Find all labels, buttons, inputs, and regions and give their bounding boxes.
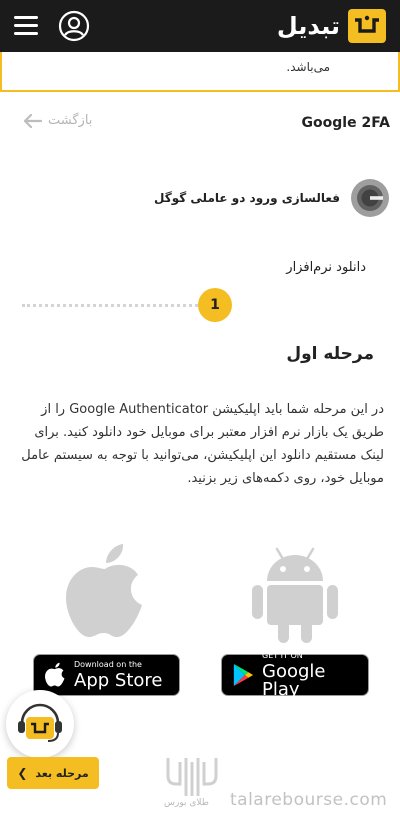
- next-step-label: مرحله بعد: [35, 766, 89, 780]
- google-authenticator-row: فعالسازی ورود دو عاملی گوگل: [154, 178, 390, 218]
- brand-name: تبدیل: [276, 12, 340, 40]
- stage-description: در این مرحله شما باید اپلیکیشن Google Au…: [21, 402, 384, 486]
- top-app-bar: تبدیل: [0, 0, 400, 52]
- watermark-site: talarebourse.com: [230, 790, 388, 810]
- google-play-label: Google Play: [262, 660, 326, 700]
- brand-logo-icon: [348, 9, 386, 43]
- google-play-small-text: GET IT ON: [262, 650, 303, 660]
- hamburger-menu-icon[interactable]: [14, 16, 38, 36]
- app-store-small-text: Download on the: [74, 659, 142, 669]
- brand[interactable]: تبدیل: [277, 8, 386, 44]
- apple-icon: [66, 544, 142, 637]
- user-account-icon[interactable]: [58, 10, 90, 42]
- google-authenticator-label: فعالسازی ورود دو عاملی گوگل: [154, 191, 340, 205]
- next-step-button[interactable]: ❮ مرحله بعد: [7, 757, 99, 789]
- step-indicator: 1: [198, 288, 232, 322]
- arrow-left-icon: [24, 113, 42, 128]
- apple-small-icon: [45, 662, 65, 687]
- step-label: دانلود نرم‌افزار: [286, 260, 366, 275]
- watermark-logo-icon: [166, 758, 218, 796]
- support-chat-button[interactable]: [6, 690, 74, 758]
- page-title: Google 2FA: [301, 115, 390, 131]
- back-button[interactable]: بازگشت: [24, 113, 92, 128]
- support-chat-icon: [18, 703, 62, 742]
- back-label: بازگشت: [48, 113, 93, 128]
- watermark-brand: طلای بورس: [164, 798, 209, 808]
- google-play-icon: [233, 664, 254, 686]
- notice-banner: می‌باشد.: [0, 52, 400, 92]
- google-authenticator-icon: [351, 179, 389, 217]
- app-store-button[interactable]: Download on the App Store: [33, 654, 180, 696]
- google-play-button[interactable]: GET IT ON Google Play: [221, 650, 369, 700]
- app-store-label: App Store: [74, 669, 163, 691]
- android-icon: [252, 547, 338, 643]
- stage-title: مرحله اول: [286, 344, 374, 364]
- step-progress-dots: [22, 304, 198, 307]
- notice-text: می‌باشد.: [286, 60, 330, 74]
- chevron-left-icon: ❮: [17, 766, 28, 780]
